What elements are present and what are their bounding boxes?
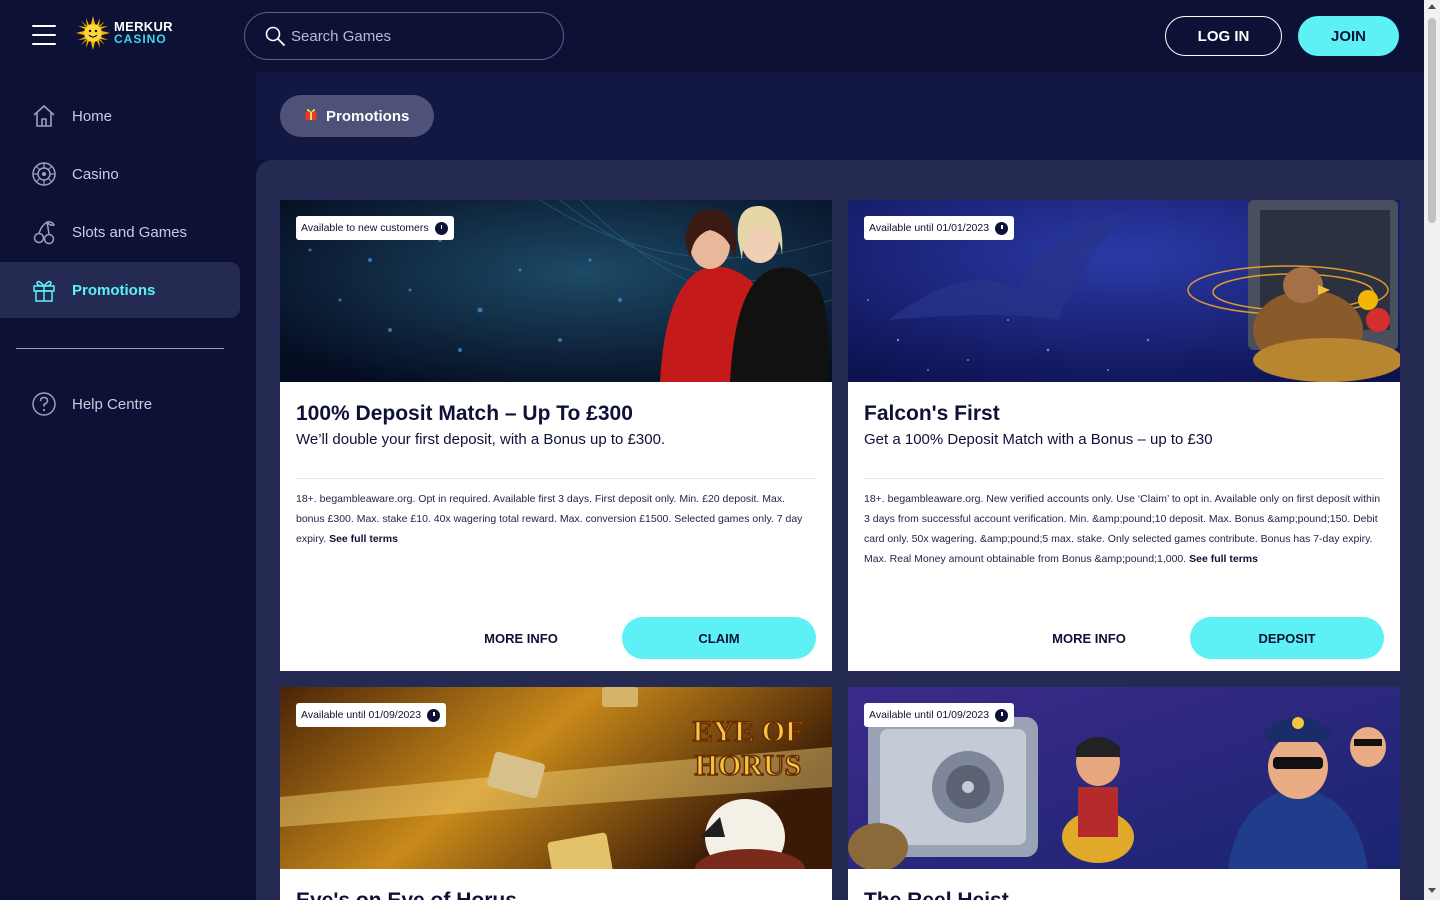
promo-card-reel-heist: Available until 01/09/2023 The Reel Heis… <box>848 687 1400 900</box>
promotions-chip[interactable]: Promotions <box>280 95 434 137</box>
sidebar-item-slots-and-games[interactable]: Slots and Games <box>0 204 240 260</box>
availability-badge: Available until 01/01/2023 <box>864 216 1015 240</box>
chip-label: Promotions <box>326 107 410 125</box>
scroll-down-arrow-icon[interactable] <box>1428 888 1436 893</box>
join-button[interactable]: JOIN <box>1298 16 1399 56</box>
top-header: MERKUR CASINO LOG IN JOIN <box>0 0 1424 72</box>
badge-text: Available to new customers <box>301 222 429 234</box>
clock-icon <box>995 708 1009 722</box>
sidebar-item-label: Casino <box>72 165 119 183</box>
roulette-icon <box>30 160 58 188</box>
promo-title: Falcon's First <box>864 402 1000 425</box>
see-full-terms-link[interactable]: See full terms <box>329 533 398 545</box>
promo-card-deposit-match: Available to new customers 100% Deposit … <box>280 200 832 671</box>
clock-icon <box>995 221 1009 235</box>
logo-line2: CASINO <box>114 32 167 46</box>
gift-icon <box>304 107 318 126</box>
scroll-up-arrow-icon[interactable] <box>1428 4 1436 9</box>
page-scrollbar[interactable] <box>1424 0 1440 900</box>
gift-icon <box>30 276 58 304</box>
card-divider <box>864 478 1384 479</box>
promo-terms: 18+. begambleaware.org. New verified acc… <box>864 489 1384 569</box>
sidebar-item-promotions[interactable]: Promotions <box>0 262 240 318</box>
badge-text: Available until 01/09/2023 <box>869 709 990 721</box>
sidebar-item-label: Slots and Games <box>72 223 188 241</box>
cherries-icon <box>30 218 58 246</box>
sidebar-item-label: Home <box>72 107 113 125</box>
badge-text: Available until 01/09/2023 <box>301 709 422 721</box>
availability-badge: Available until 01/09/2023 <box>864 703 1015 727</box>
search-input[interactable] <box>291 27 541 45</box>
promo-title: The Reel Heist <box>864 889 1384 900</box>
promo-banner-falcon[interactable]: Available until 01/01/2023 <box>848 200 1400 382</box>
promo-card-eye-of-horus: EYE OF HORUS Available until 01/09/2023 … <box>280 687 832 900</box>
promo-banner-reel-heist[interactable]: Available until 01/09/2023 <box>848 687 1400 869</box>
promo-terms: 18+. begambleaware.org. Opt in required.… <box>296 489 816 549</box>
card-divider <box>296 478 816 479</box>
more-info-button[interactable]: MORE INFO <box>994 617 1184 659</box>
promo-banner-live-dealers[interactable]: Available to new customers <box>280 200 832 382</box>
scrollbar-thumb[interactable] <box>1428 18 1436 223</box>
eye-of-horus-logo-line2: HORUS <box>695 749 802 782</box>
merkur-casino-logo[interactable]: MERKUR CASINO <box>76 16 173 50</box>
availability-badge: Available until 01/09/2023 <box>296 703 447 727</box>
claim-button[interactable]: CLAIM <box>622 617 816 659</box>
sidebar-item-help-centre[interactable]: Help Centre <box>0 376 240 432</box>
sidebar: Home Casino Slots and Games Promotions H… <box>0 72 256 900</box>
sidebar-item-casino[interactable]: Casino <box>0 146 240 202</box>
promo-subtitle: Get a 100% Deposit Match with a Bonus – … <box>864 431 1213 448</box>
promo-subtitle: We’ll double your first deposit, with a … <box>296 431 666 448</box>
promo-title: 100% Deposit Match – Up To £300 <box>296 402 633 425</box>
sun-logo-icon <box>76 16 110 50</box>
promo-card-falcons-first: Available until 01/01/2023 Falcon's Firs… <box>848 200 1400 671</box>
deposit-button[interactable]: DEPOSIT <box>1190 617 1384 659</box>
search-box[interactable] <box>244 12 564 60</box>
badge-text: Available until 01/01/2023 <box>869 222 990 234</box>
sidebar-item-label: Help Centre <box>72 395 153 413</box>
clock-icon <box>434 221 448 235</box>
promo-title: Eye's on Eye of Horus <box>296 889 816 900</box>
more-info-button[interactable]: MORE INFO <box>426 617 616 659</box>
login-button[interactable]: LOG IN <box>1165 16 1282 56</box>
home-icon <box>30 102 58 130</box>
sidebar-item-label: Promotions <box>72 281 156 299</box>
menu-icon[interactable] <box>32 25 56 45</box>
see-full-terms-link[interactable]: See full terms <box>1189 553 1258 565</box>
clock-icon <box>427 708 441 722</box>
availability-badge: Available to new customers <box>296 216 454 240</box>
sidebar-divider <box>16 348 224 349</box>
sidebar-item-home[interactable]: Home <box>0 88 240 144</box>
eye-of-horus-logo-line1: EYE OF <box>693 715 804 748</box>
promo-banner-eye-of-horus[interactable]: EYE OF HORUS Available until 01/09/2023 <box>280 687 832 869</box>
terms-text: 18+. begambleaware.org. New verified acc… <box>864 493 1381 565</box>
help-icon <box>30 390 58 418</box>
search-icon <box>265 26 285 46</box>
